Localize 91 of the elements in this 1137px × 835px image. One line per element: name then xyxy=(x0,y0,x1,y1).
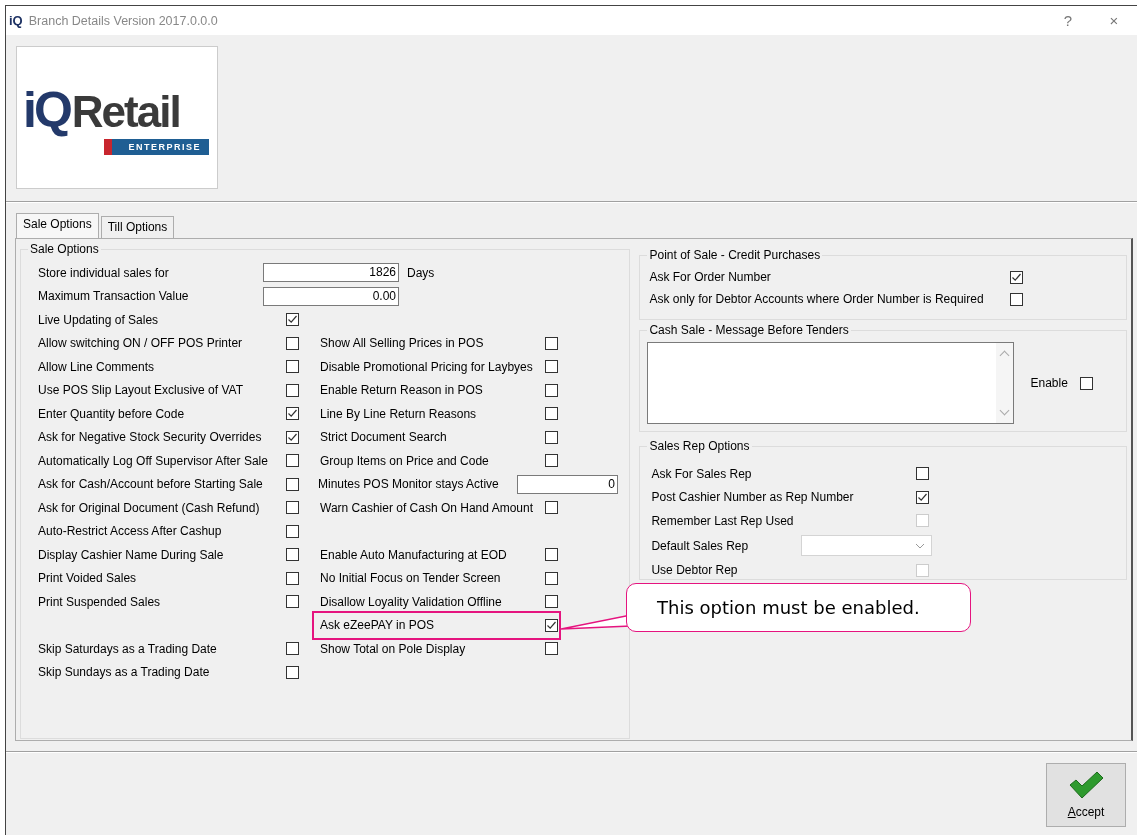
checkbox[interactable] xyxy=(286,595,299,609)
option-label: Allow switching ON / OFF POS Printer xyxy=(38,336,244,351)
accept-button[interactable]: Accept xyxy=(1046,763,1126,827)
number-field[interactable]: 0.00 xyxy=(263,286,399,306)
option-label: Group Items on Price and Code xyxy=(320,453,490,468)
checkbox[interactable] xyxy=(545,548,558,562)
checkbox[interactable] xyxy=(545,336,558,350)
checkbox[interactable] xyxy=(1010,270,1024,284)
field-label: Maximum Transaction Value xyxy=(38,289,190,304)
unit-label: Days xyxy=(407,265,435,280)
option-label: Ask eZeePAY in POS xyxy=(320,618,436,633)
option-label: Ask For Order Number xyxy=(649,270,772,284)
option-label: Ask for Cash/Account before Starting Sale xyxy=(38,477,264,492)
checkbox[interactable] xyxy=(916,490,930,504)
checkbox[interactable] xyxy=(916,467,930,481)
option-label: Disallow Loyality Validation Offline xyxy=(320,594,503,609)
checkmark-icon xyxy=(1068,771,1104,799)
checkbox[interactable] xyxy=(286,548,299,562)
option-label: Line By Line Return Reasons xyxy=(320,406,478,421)
checkbox[interactable] xyxy=(545,618,558,632)
checkbox[interactable] xyxy=(286,383,299,397)
checkbox[interactable] xyxy=(1079,376,1093,390)
group-title: Cash Sale - Message Before Tenders xyxy=(647,323,851,338)
logo-badge: ENTERPRISE xyxy=(104,138,209,155)
option-label: Warn Cashier of Cash On Hand Amount xyxy=(320,500,534,515)
checkbox[interactable] xyxy=(1010,292,1024,306)
option-label: Enable Auto Manufacturing at EOD xyxy=(320,547,508,562)
option-label: No Initial Focus on Tender Screen xyxy=(320,571,502,586)
option-label: Show Total on Pole Display xyxy=(320,641,467,656)
checkbox[interactable] xyxy=(286,524,299,538)
option-label: Print Voided Sales xyxy=(38,571,138,586)
option-label: Remember Last Rep Used xyxy=(651,513,795,528)
option-label: Auto-Restrict Access After Cashup xyxy=(38,524,223,539)
group-title: Sale Options xyxy=(28,242,101,257)
option-label: Enter Quantity before Code xyxy=(38,406,186,421)
option-label: Show All Selling Prices in POS xyxy=(320,336,485,351)
checkbox[interactable] xyxy=(286,642,299,656)
window-title: Branch Details Version 2017.0.0.0 xyxy=(28,13,218,28)
option-label: Ask for Negative Stock Security Overrides xyxy=(38,430,263,445)
checkbox[interactable] xyxy=(545,360,558,374)
checkbox[interactable] xyxy=(545,571,558,585)
option-label: Strict Document Search xyxy=(320,430,448,445)
checkbox[interactable] xyxy=(286,313,299,327)
callout: This option must be enabled. xyxy=(626,583,971,632)
checkbox[interactable] xyxy=(286,430,299,444)
option-label: Use POS Slip Layout Exclusive of VAT xyxy=(38,383,244,398)
message-field[interactable] xyxy=(647,342,1015,424)
checkbox[interactable] xyxy=(545,501,558,515)
app-icon: iQ xyxy=(9,13,23,28)
checkbox[interactable] xyxy=(545,383,558,397)
checkbox[interactable] xyxy=(286,407,299,421)
number-field[interactable]: 1826 xyxy=(263,263,399,283)
checkbox[interactable] xyxy=(545,595,558,609)
option-label: Enable xyxy=(1030,376,1068,390)
checkbox[interactable] xyxy=(545,430,558,444)
group-title: Sales Rep Options xyxy=(647,439,752,454)
number-field[interactable]: 0 xyxy=(517,474,618,494)
close-button[interactable]: × xyxy=(1091,12,1137,29)
tab[interactable]: Till Options xyxy=(100,216,175,238)
option-label: Enable Return Reason in POS xyxy=(320,383,484,398)
logo-name: Retail xyxy=(71,86,180,137)
option-label: Skip Saturdays as a Trading Date xyxy=(38,641,218,656)
option-label: Default Sales Rep xyxy=(651,538,750,553)
field-label: Minutes POS Monitor stays Active xyxy=(318,477,499,492)
checkbox[interactable] xyxy=(286,571,299,585)
option-label: Display Cashier Name During Sale xyxy=(38,547,225,562)
checkbox[interactable] xyxy=(545,407,558,421)
option-label: Post Cashier Number as Rep Number xyxy=(651,490,855,505)
option-label: Disable Promotional Pricing for Laybyes xyxy=(320,359,534,374)
tab[interactable]: Sale Options xyxy=(16,213,99,238)
help-button[interactable]: ? xyxy=(1045,12,1091,29)
option-label: Allow Line Comments xyxy=(38,359,156,374)
checkbox[interactable] xyxy=(286,454,299,468)
checkbox[interactable] xyxy=(286,360,299,374)
option-label: Use Debtor Rep xyxy=(651,563,739,578)
option-label: Ask For Sales Rep xyxy=(651,466,753,481)
option-label: Skip Sundays as a Trading Date xyxy=(38,665,211,680)
checkbox[interactable] xyxy=(286,501,299,515)
field-label: Store individual sales for xyxy=(38,265,170,280)
caret-icon xyxy=(915,542,926,549)
option-label: Ask for Original Document (Cash Refund) xyxy=(38,500,261,515)
checkbox[interactable] xyxy=(545,454,558,468)
logo-mark: iQ xyxy=(23,80,70,139)
checkbox[interactable] xyxy=(286,336,299,350)
option-label: Print Suspended Sales xyxy=(38,594,162,609)
option-label: Live Updating of Sales xyxy=(38,312,160,327)
option-label: Ask only for Debtor Accounts where Order Number is Required xyxy=(649,292,985,306)
option-label: Automatically Log Off Supervisor After Sale xyxy=(38,453,269,468)
checkbox[interactable] xyxy=(286,665,299,679)
checkbox[interactable] xyxy=(545,642,558,656)
checkbox[interactable] xyxy=(286,477,299,491)
